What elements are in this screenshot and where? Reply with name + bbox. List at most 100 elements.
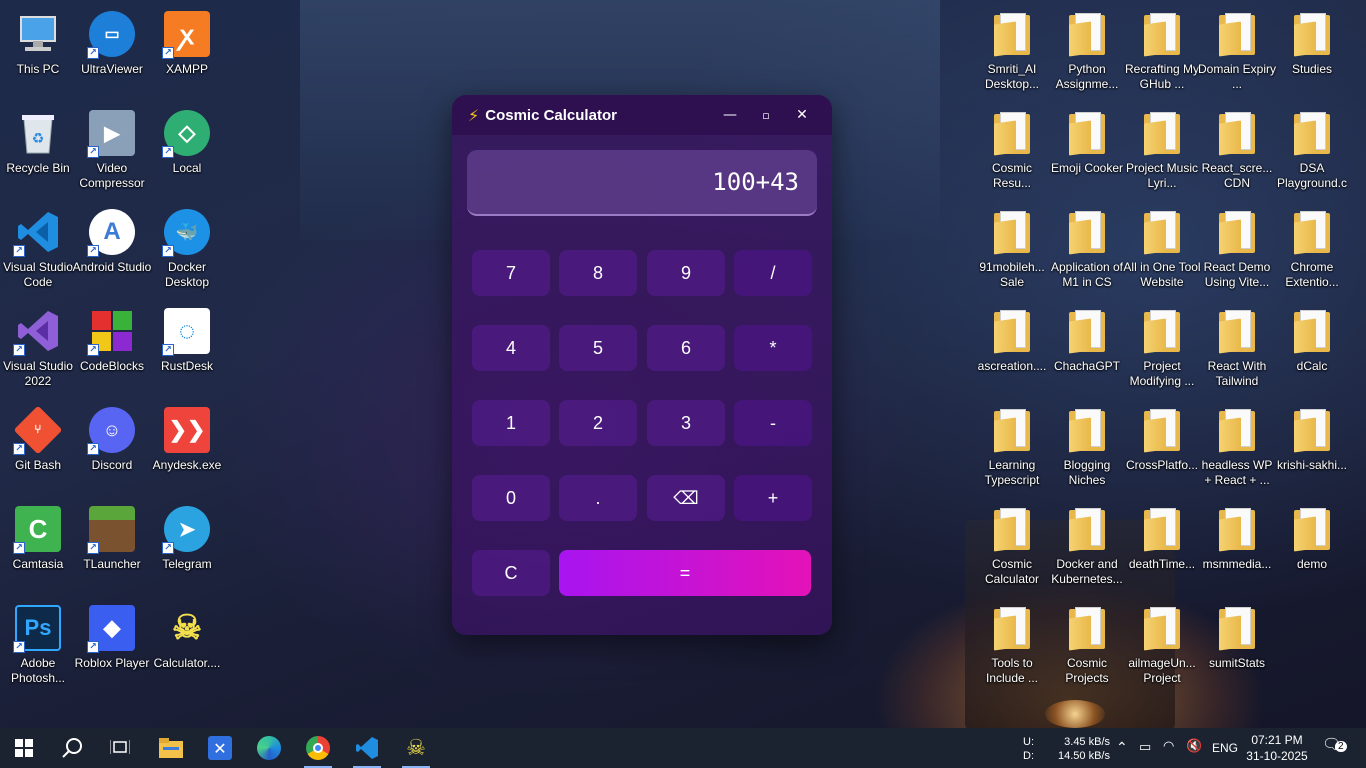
key-1[interactable]: 1: [472, 400, 550, 446]
desktop-icon-git-bash[interactable]: ⑂ ↗ Git Bash: [0, 400, 76, 492]
desktop-folder[interactable]: Tools to Include ...: [974, 598, 1050, 690]
desktop-folder[interactable]: CrossPlatfo...: [1124, 400, 1200, 492]
key-add[interactable]: +: [734, 475, 812, 521]
key-0[interactable]: 0: [472, 475, 550, 521]
desktop-folder[interactable]: demo: [1274, 499, 1350, 591]
desktop-folder[interactable]: React With Tailwind: [1199, 301, 1275, 393]
desktop-folder[interactable]: All in One Tool Website: [1123, 202, 1201, 294]
desktop-icon-roblox[interactable]: ◆ ↗ Roblox Player: [74, 598, 150, 690]
desktop-folder[interactable]: Studies: [1274, 4, 1350, 96]
desktop-icon-telegram[interactable]: ➤ ↗ Telegram: [149, 499, 225, 591]
desktop-folder[interactable]: Project Modifying ...: [1124, 301, 1200, 393]
desktop-icon-discord[interactable]: ☺ ↗ Discord: [74, 400, 150, 492]
clear-key[interactable]: C: [472, 550, 550, 596]
start-button[interactable]: [0, 728, 48, 768]
folder-icon: [1214, 109, 1260, 157]
desktop-folder[interactable]: Smriti_AI Desktop...: [974, 4, 1050, 96]
desktop-icon-recycle-bin[interactable]: ♻ Recycle Bin: [0, 103, 76, 195]
taskbar: ✕ ☠ U: D: 3.45 kB/s 14.50 kB/s ⌃ ▭ ◠ 🔇 E…: [0, 728, 1366, 768]
key-decimal[interactable]: .: [559, 475, 637, 521]
desktop-folder[interactable]: Blogging Niches: [1049, 400, 1125, 492]
desktop-folder[interactable]: krishi-sakhi...: [1274, 400, 1350, 492]
desktop-folder[interactable]: dCalc: [1274, 301, 1350, 393]
key-5[interactable]: 5: [559, 325, 637, 371]
close-button[interactable]: ✕: [784, 95, 820, 135]
desktop-icon-anydesk[interactable]: ❯❯ Anydesk.exe: [149, 400, 225, 492]
desktop-icon-ultraviewer[interactable]: ▭ ↗ UltraViewer: [74, 4, 150, 96]
desktop-folder[interactable]: msmmedia...: [1199, 499, 1275, 591]
desktop-icon-visual-studio[interactable]: ↗ Visual Studio 2022: [0, 301, 76, 393]
desktop-folder[interactable]: headless WP + React + ...: [1199, 400, 1275, 492]
key-9[interactable]: 9: [647, 250, 725, 296]
desktop-icon-camtasia[interactable]: C ↗ Camtasia: [0, 499, 76, 591]
desktop-folder[interactable]: Cosmic Resu...: [974, 103, 1050, 195]
desktop-icon-tlauncher[interactable]: ↗ TLauncher: [74, 499, 150, 591]
backspace-key[interactable]: ⌫: [647, 475, 725, 521]
desktop-icon-codeblocks[interactable]: ↗ CodeBlocks: [74, 301, 150, 393]
key-8[interactable]: 8: [559, 250, 637, 296]
tlauncher-icon: ↗: [87, 505, 135, 554]
desktop-icon-video-compressor[interactable]: ▶ ↗ Video Compressor: [74, 103, 150, 195]
icon-label: Learning Typescript: [984, 458, 1040, 487]
clock[interactable]: 07:21 PM 31-10-2025: [1244, 732, 1310, 764]
maximize-button[interactable]: ▫: [748, 95, 784, 135]
desktop-icon-photoshop[interactable]: Ps ↗ Adobe Photosh...: [0, 598, 76, 690]
key-multiply[interactable]: *: [734, 325, 812, 371]
icon-label: sumitStats: [1208, 656, 1265, 670]
desktop-folder[interactable]: DSA Playground.c: [1274, 103, 1350, 195]
volume-muted-icon[interactable]: 🔇: [1186, 739, 1202, 753]
icon-label: Tools to Include ...: [985, 656, 1039, 685]
desktop-icon-docker[interactable]: 🐳 ↗ Docker Desktop: [149, 202, 225, 294]
desktop-folder[interactable]: sumitStats: [1199, 598, 1275, 690]
taskbar-calculator[interactable]: ☠: [392, 728, 440, 768]
desktop-folder[interactable]: Domain Expiry ...: [1198, 4, 1276, 96]
desktop-icon-android-studio[interactable]: A ↗ Android Studio: [73, 202, 151, 294]
taskbar-chrome[interactable]: [294, 728, 342, 768]
equals-key[interactable]: =: [559, 550, 811, 596]
icon-label: Emoji Cooker: [1050, 161, 1124, 175]
key-6[interactable]: 6: [647, 325, 725, 371]
desktop-folder[interactable]: Cosmic Calculator: [974, 499, 1050, 591]
taskbar-vscode[interactable]: [343, 728, 391, 768]
language-indicator[interactable]: ENG: [1212, 741, 1238, 755]
desktop-icon-calculator[interactable]: ☠ Calculator....: [149, 598, 225, 690]
notification-center-button[interactable]: 🗨2: [1322, 737, 1347, 754]
key-7[interactable]: 7: [472, 250, 550, 296]
desktop-folder[interactable]: React_scre... CDN: [1199, 103, 1275, 195]
desktop-icon-vscode[interactable]: ↗ Visual Studio Code: [0, 202, 76, 294]
desktop-folder[interactable]: Recrafting My GHub ...: [1124, 4, 1200, 96]
search-button[interactable]: [48, 728, 96, 768]
taskbar-app-x[interactable]: ✕: [196, 728, 244, 768]
desktop-folder[interactable]: ascreation....: [974, 301, 1050, 393]
key-3[interactable]: 3: [647, 400, 725, 446]
desktop-icon-rustdesk[interactable]: ◌ ↗ RustDesk: [149, 301, 225, 393]
desktop-folder[interactable]: Chrome Extentio...: [1274, 202, 1350, 294]
desktop-icon-xampp[interactable]: ꭗ ↗ XAMPP: [149, 4, 225, 96]
key-subtract[interactable]: -: [734, 400, 812, 446]
show-hidden-icons-chevron-icon[interactable]: ⌃: [1116, 740, 1128, 754]
desktop-icon-local[interactable]: ◇ ↗ Local: [149, 103, 225, 195]
desktop-folder[interactable]: Learning Typescript: [974, 400, 1050, 492]
desktop-icon-this-pc[interactable]: This PC: [0, 4, 76, 96]
taskbar-file-explorer[interactable]: [147, 728, 195, 768]
key-divide[interactable]: /: [734, 250, 812, 296]
desktop-folder[interactable]: Cosmic Projects: [1049, 598, 1125, 690]
minimize-button[interactable]: —: [712, 95, 748, 135]
taskbar-edge[interactable]: [245, 728, 293, 768]
battery-icon[interactable]: ▭: [1139, 740, 1151, 754]
task-view-button[interactable]: [96, 728, 144, 768]
desktop-folder[interactable]: deathTime...: [1124, 499, 1200, 591]
desktop-folder[interactable]: Project Music Lyri...: [1124, 103, 1200, 195]
wallpaper-candle-glow: [1045, 700, 1105, 728]
desktop-folder[interactable]: Python Assignme...: [1049, 4, 1125, 96]
desktop-folder[interactable]: Application of M1 in CS: [1049, 202, 1125, 294]
wifi-icon[interactable]: ◠: [1163, 739, 1174, 753]
key-4[interactable]: 4: [472, 325, 550, 371]
desktop-folder[interactable]: React Demo Using Vite...: [1199, 202, 1275, 294]
desktop-folder[interactable]: 91mobileh... Sale: [974, 202, 1050, 294]
desktop-folder[interactable]: ChachaGPT: [1049, 301, 1125, 393]
desktop-folder[interactable]: Emoji Cooker: [1049, 103, 1125, 195]
desktop-folder[interactable]: ailmageUn... Project: [1124, 598, 1200, 690]
desktop-folder[interactable]: Docker and Kubernetes...: [1049, 499, 1125, 591]
key-2[interactable]: 2: [559, 400, 637, 446]
